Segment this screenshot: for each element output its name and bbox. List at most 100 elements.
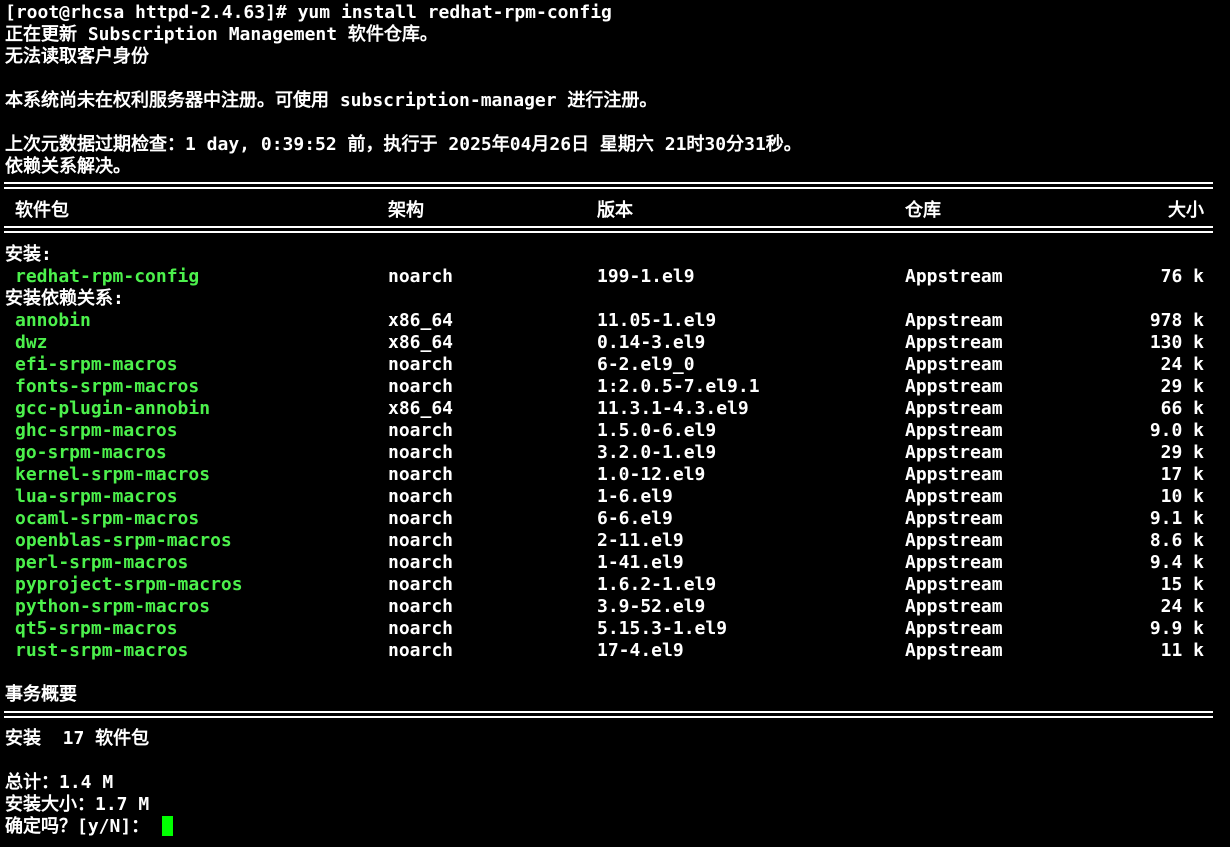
package-version: 6-2.el9_0: [597, 354, 695, 375]
table-row: ghc-srpm-macros noarch 1.5.0-6.el9 Appstrea…: [0, 420, 1230, 442]
package-version: 1.6.2-1.el9: [597, 574, 717, 595]
package-arch: noarch: [388, 376, 454, 397]
package-version: 1-41.el9: [597, 552, 684, 573]
package-name: go-srpm-macros: [15, 442, 167, 463]
install-section-label: 安装:: [5, 244, 52, 265]
table-row: kernel-srpm-macros noarch 1.0-12.el9 Appstr…: [0, 464, 1230, 486]
table-row: python-srpm-macros noarch 3.9-52.el9 Appstr…: [0, 596, 1230, 618]
header-package: 软件包: [15, 200, 69, 221]
package-arch: noarch: [388, 618, 454, 639]
metadata-check-message: 上次元数据过期检查：1 day, 0:39:52 前，执行于 2025年04月2…: [5, 134, 802, 155]
package-arch: noarch: [388, 552, 454, 573]
package-arch: noarch: [388, 442, 454, 463]
package-repo: Appstream: [905, 398, 1003, 419]
package-arch: x86_64: [388, 398, 454, 419]
package-name: pyproject-srpm-macros: [15, 574, 243, 595]
package-repo: Appstream: [905, 332, 1003, 353]
not-registered-message: 本系统尚未在权利服务器中注册。可使用 subscription-manager …: [5, 90, 658, 111]
package-size: 9.1 k: [1149, 508, 1204, 529]
package-arch: noarch: [388, 596, 454, 617]
package-size: 17 k: [1160, 464, 1204, 485]
package-size: 11 k: [1160, 640, 1204, 661]
no-identity-message: 无法读取客户身份: [5, 46, 149, 67]
package-repo: Appstream: [905, 464, 1003, 485]
package-version: 199-1.el9: [597, 266, 695, 287]
package-repo: Appstream: [905, 574, 1003, 595]
package-name: lua-srpm-macros: [15, 486, 178, 507]
table-row: annobin x86_64 11.05-1.el9 Appstream 978 k: [0, 310, 1230, 332]
package-name: kernel-srpm-macros: [15, 464, 211, 485]
package-repo: Appstream: [905, 618, 1003, 639]
package-size: 9.4 k: [1149, 552, 1204, 573]
package-size: 10 k: [1160, 486, 1204, 507]
summary-install-count: 安装 17 软件包: [5, 728, 150, 749]
package-version: 1.0-12.el9: [597, 464, 706, 485]
package-name: dwz: [15, 332, 48, 353]
package-version: 0.14-3.el9: [597, 332, 706, 353]
summary-title: 事务概要: [5, 684, 77, 705]
terminal-window[interactable]: [root@rhcsa httpd-2.4.63]# yum install r…: [0, 0, 1230, 847]
package-arch: noarch: [388, 486, 454, 507]
package-version: 6-6.el9: [597, 508, 673, 529]
table-row: qt5-srpm-macros noarch 5.15.3-1.el9 Appstre…: [0, 618, 1230, 640]
package-size: 76 k: [1160, 266, 1204, 287]
package-repo: Appstream: [905, 310, 1003, 331]
table-row: pyproject-srpm-macros noarch 1.6.2-1.el9 Ap…: [0, 574, 1230, 596]
package-arch: noarch: [388, 574, 454, 595]
table-row: lua-srpm-macros noarch 1-6.el9 Appstream 10 …: [0, 486, 1230, 508]
header-repo: 仓库: [905, 200, 941, 221]
package-name: openblas-srpm-macros: [15, 530, 232, 551]
package-arch: x86_64: [388, 332, 454, 353]
package-version: 3.9-52.el9: [597, 596, 706, 617]
package-arch: noarch: [388, 508, 454, 529]
separator-top: [4, 182, 1213, 189]
command-prompt-line: [root@rhcsa httpd-2.4.63]# yum install r…: [5, 2, 612, 23]
package-arch: x86_64: [388, 310, 454, 331]
package-name: rust-srpm-macros: [15, 640, 189, 661]
package-repo: Appstream: [905, 442, 1003, 463]
package-size: 29 k: [1160, 376, 1204, 397]
package-repo: Appstream: [905, 508, 1003, 529]
package-version: 11.3.1-4.3.el9: [597, 398, 749, 419]
package-repo: Appstream: [905, 376, 1003, 397]
package-name: redhat-rpm-config: [15, 266, 200, 287]
package-name: ghc-srpm-macros: [15, 420, 178, 441]
package-repo: Appstream: [905, 596, 1003, 617]
package-size: 24 k: [1160, 354, 1204, 375]
package-version: 1.5.0-6.el9: [597, 420, 717, 441]
summary-installed-size: 安装大小：1.7 M: [5, 794, 150, 815]
package-name: ocaml-srpm-macros: [15, 508, 200, 529]
package-version: 1:2.0.5-7.el9.1: [597, 376, 760, 397]
package-name: python-srpm-macros: [15, 596, 211, 617]
header-arch: 架构: [388, 200, 424, 221]
package-arch: noarch: [388, 640, 454, 661]
package-size: 15 k: [1160, 574, 1204, 595]
header-size: 大小: [1168, 200, 1204, 221]
table-row: rust-srpm-macros noarch 17-4.el9 Appstream 1…: [0, 640, 1230, 662]
package-size: 29 k: [1160, 442, 1204, 463]
separator-summary: [4, 711, 1213, 718]
package-size: 9.0 k: [1149, 420, 1204, 441]
package-repo: Appstream: [905, 354, 1003, 375]
package-arch: noarch: [388, 530, 454, 551]
table-row: go-srpm-macros noarch 3.2.0-1.el9 Appstream…: [0, 442, 1230, 464]
table-row: ocaml-srpm-macros noarch 6-6.el9 Appstream 9…: [0, 508, 1230, 530]
package-version: 1-6.el9: [597, 486, 673, 507]
package-size: 130 k: [1149, 332, 1204, 353]
package-version: 17-4.el9: [597, 640, 684, 661]
package-repo: Appstream: [905, 640, 1003, 661]
package-size: 9.9 k: [1149, 618, 1204, 639]
table-header-row: 软件包 架构 版本 仓库 大小: [0, 200, 1230, 222]
table-row: efi-srpm-macros noarch 6-2.el9_0 Appstream 2…: [0, 354, 1230, 376]
package-name: perl-srpm-macros: [15, 552, 189, 573]
package-version: 5.15.3-1.el9: [597, 618, 728, 639]
package-repo: Appstream: [905, 420, 1003, 441]
table-row: dwz x86_64 0.14-3.el9 Appstream 130 k: [0, 332, 1230, 354]
table-row: openblas-srpm-macros noarch 2-11.el9 Appstr…: [0, 530, 1230, 552]
header-version: 版本: [597, 200, 633, 221]
package-version: 11.05-1.el9: [597, 310, 717, 331]
package-size: 24 k: [1160, 596, 1204, 617]
updating-message: 正在更新 Subscription Management 软件仓库。: [5, 24, 438, 45]
package-arch: noarch: [388, 354, 454, 375]
terminal-cursor[interactable]: [162, 816, 174, 836]
